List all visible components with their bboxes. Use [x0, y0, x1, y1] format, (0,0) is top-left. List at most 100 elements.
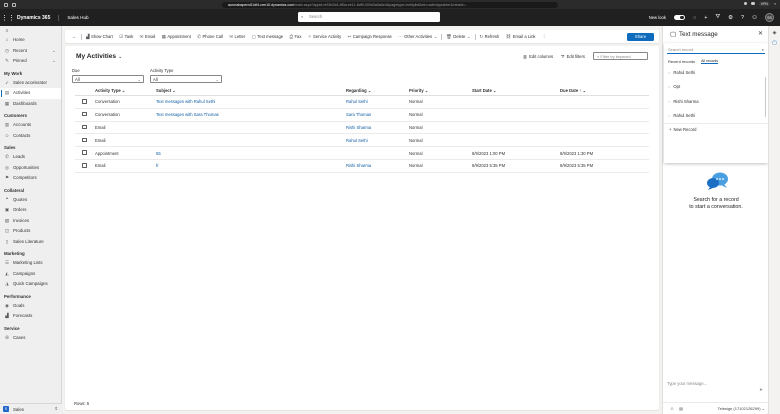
sidebar-item-competitors[interactable]: ⚑ Competitors [0, 173, 61, 184]
share-button[interactable]: Share [627, 32, 654, 41]
email-button[interactable]: ✉ Email [136, 34, 158, 40]
sidebar-item-sales-literature[interactable]: ▯ Sales Literature [0, 237, 61, 248]
table-row[interactable]: Email Rahul Sethi Normal [75, 134, 649, 148]
browser-tab-icon[interactable] [4, 2, 8, 7]
filter-icon[interactable]: ⛛ [715, 14, 720, 21]
hamburger-button[interactable]: ≡ [0, 26, 61, 35]
back-button[interactable]: ← [65, 34, 80, 39]
column-header-priority[interactable]: Priority ⌄ [409, 88, 472, 93]
row-checkbox[interactable] [82, 163, 87, 168]
cell-regarding[interactable]: Rishi Sharma [346, 163, 409, 168]
sidebar-item-quick-campaigns[interactable]: ◮ Quick Campaigns [0, 279, 61, 290]
fax-button[interactable]: ⎙ Fax [286, 34, 304, 39]
due-filter-select[interactable]: All ⌄ [72, 75, 144, 83]
cell-subject[interactable]: Text messages with Rahul Sethi [156, 99, 346, 104]
lightbulb-icon[interactable]: ◌ [693, 15, 696, 21]
table-row[interactable]: Appointment 55 Normal 8/9/2023 1:00 PM 8/9/2… [75, 147, 649, 160]
table-row[interactable]: Email fr Rishi Sharma Normal 8/9/2023 5:35 P… [75, 160, 649, 173]
column-header-start-date[interactable]: Start Date ⌄ [472, 88, 560, 93]
sidebar-item-home[interactable]: ⌂ Home [0, 35, 61, 46]
emoji-icon[interactable]: ☺ [670, 406, 674, 411]
message-input[interactable]: Type your message... [667, 381, 765, 386]
sidebar-item-invoices[interactable]: ▧ Invoices [0, 216, 61, 227]
sidebar-item-contacts[interactable]: ☺ Contacts [0, 131, 61, 142]
vpn-badge[interactable]: VPN [758, 1, 770, 6]
view-selector[interactable]: My Activities ⌄ [76, 53, 122, 60]
delete-button[interactable]: 🗑 Delete ⌄ [443, 34, 474, 40]
task-button[interactable]: ☑ Task [116, 34, 136, 40]
help-icon[interactable]: ? [741, 15, 744, 21]
activity-type-filter-select[interactable]: All ⌄ [150, 75, 222, 83]
overflow-button[interactable]: ⋮ [539, 34, 550, 40]
row-checkbox[interactable] [82, 99, 87, 104]
column-header-subject[interactable]: Subject ⌄ [156, 88, 346, 93]
edit-columns-button[interactable]: ▥ Edit columns [523, 54, 553, 59]
scrollbar[interactable] [764, 77, 766, 117]
copilot-icon[interactable]: ◈ [769, 30, 780, 36]
new-look-toggle[interactable] [673, 14, 685, 21]
sidebar-item-cases[interactable]: ✇ Cases [0, 333, 61, 344]
browser-back-icon[interactable] [12, 2, 16, 7]
sidebar-item-goals[interactable]: ◉ Goals [0, 301, 61, 312]
campaign-response-button[interactable]: ↩ Campaign Response [344, 34, 395, 40]
cell-subject[interactable]: 55 [156, 151, 346, 156]
gear-icon[interactable]: ⚙ [728, 15, 733, 21]
new-record-button[interactable]: + New Record [664, 123, 768, 135]
keyword-filter-input[interactable]: ⌕ Filter by keyword [593, 52, 648, 60]
close-icon[interactable]: ✕ [758, 30, 763, 37]
plus-icon[interactable]: + [704, 15, 707, 21]
text-message-button[interactable]: ▢ Text message [248, 34, 286, 40]
template-icon[interactable]: ▤ [679, 406, 683, 411]
row-checkbox[interactable] [82, 137, 87, 143]
row-checkbox[interactable] [82, 150, 87, 155]
record-item[interactable]: ◌ Rahul Sethi [664, 109, 768, 124]
extension-icon[interactable] [751, 1, 755, 6]
record-item[interactable]: ◌ Rahul Sethi [664, 65, 768, 80]
show-chart-button[interactable]: ▟ Show Chart [83, 34, 116, 40]
address-bar[interactable]: aurorabapenv51df4.crm10.dynamics.com/mai… [222, 1, 558, 8]
letter-button[interactable]: ✉ Letter [226, 34, 248, 40]
tab-all-records[interactable]: All records [701, 59, 719, 64]
sidebar-item-marketing-lists[interactable]: ☰ Marketing Lists [0, 258, 61, 269]
sidebar-item-orders[interactable]: ▣ Orders [0, 205, 61, 216]
column-header-activity-type[interactable]: Activity Type ⌄ [95, 88, 156, 93]
column-header-due-date[interactable]: Due Date ↑ ⌄ [560, 88, 649, 93]
sidebar-item-accounts[interactable]: ▥ Accounts [0, 120, 61, 131]
cell-regarding[interactable]: Sara Thomas [346, 112, 409, 117]
cell-regarding[interactable]: Rahul Sethi [346, 138, 409, 143]
share-people-icon[interactable]: ⚇ [752, 15, 757, 21]
cell-subject[interactable]: Text messages with Sara Thomas [156, 112, 346, 117]
text-message-icon[interactable]: ▢ [769, 40, 780, 46]
service-activity-button[interactable]: ✧ Service Activity [305, 34, 345, 40]
sidebar-item-opportunities[interactable]: ◎ Opportunities [0, 163, 61, 174]
appointment-button[interactable]: ▦ Appointment [159, 34, 195, 40]
phone-call-button[interactable]: ✆ Phone Call [194, 34, 226, 40]
sidebar-item-leads[interactable]: ✆ Leads [0, 152, 61, 163]
sidebar-item-forecasts[interactable]: ▟ Forecasts [0, 311, 61, 322]
record-search-input[interactable]: Search record ⌕ [667, 46, 765, 54]
menu-icon[interactable]: ≡ [774, 2, 776, 6]
row-checkbox[interactable] [82, 124, 87, 130]
column-header-regarding[interactable]: Regarding ⌄ [346, 88, 409, 93]
record-item[interactable]: ◌ Rishi Sharma [664, 94, 768, 109]
brand-name[interactable]: Dynamics 365 [17, 14, 60, 21]
cell-subject[interactable]: fr [156, 163, 346, 168]
cell-regarding[interactable]: Rishi Sharma [346, 125, 409, 130]
email-a-link-button[interactable]: ⛓ Email a Link [502, 34, 538, 40]
app-name[interactable]: Sales Hub [67, 15, 88, 20]
send-icon[interactable]: ➤ [759, 387, 763, 393]
cell-regarding[interactable]: Rahul Sethi [346, 99, 409, 104]
table-row[interactable]: Conversation Text messages with Sara Thom… [75, 109, 649, 122]
row-checkbox[interactable] [82, 111, 87, 117]
sender-number-select[interactable]: Telesign (17102126299) ⌄ [718, 406, 765, 411]
other-activities-button[interactable]: ⋯ Other Activities ⌄ [395, 34, 440, 40]
sidebar-item-products[interactable]: ◫ Products [0, 226, 61, 237]
waffle-icon[interactable]: ⋮⋮ [0, 9, 16, 26]
record-item[interactable]: ◌ Opt [664, 80, 768, 95]
sidebar-item-pinned[interactable]: ✎ Pinned ⌄ [0, 56, 61, 67]
table-row[interactable]: Email Rishi Sharma Normal [75, 122, 649, 135]
sidebar-item-recent[interactable]: ◷ Recent ⌄ [0, 46, 61, 57]
refresh-button[interactable]: ↻ Refresh [476, 34, 502, 40]
global-search-input[interactable]: ⌕ Search [298, 12, 440, 22]
sidebar-item-activities[interactable]: ▤ Activities [0, 88, 61, 99]
